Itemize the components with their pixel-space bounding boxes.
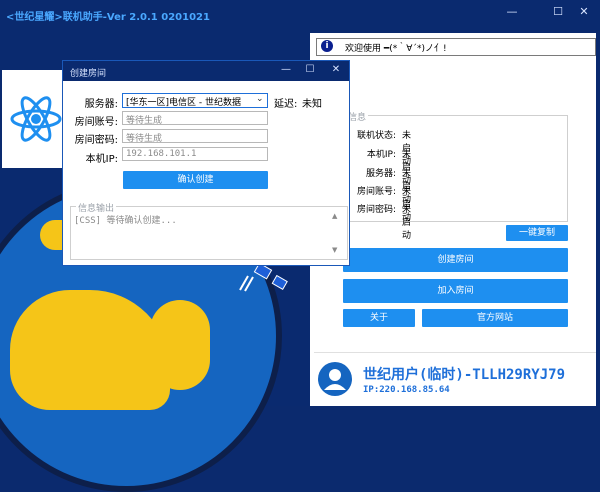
user-ip: IP:220.168.85.64	[363, 385, 450, 395]
notice-text: 欢迎使用 ━(*｀∀´*)ノ亻!	[345, 44, 447, 54]
room-account-field[interactable]: 等待生成	[122, 111, 268, 125]
minimize-button[interactable]: —	[500, 5, 524, 18]
dialog-title: 创建房间	[70, 69, 107, 79]
info-key: 本机IP:	[366, 150, 396, 160]
info-key: 服务器:	[365, 169, 396, 179]
room-account-label: 房间账号:	[74, 117, 118, 128]
local-ip-label: 本机IP:	[85, 154, 118, 165]
dialog-close-button[interactable]: ✕	[326, 64, 346, 75]
confirm-create-button[interactable]: 确认创建	[123, 171, 268, 189]
create-room-button[interactable]: 创建房间	[343, 248, 568, 272]
log-text: [CSS] 等待确认创建...	[74, 216, 177, 226]
satellite-icon	[238, 262, 288, 292]
join-room-button[interactable]: 加入房间	[343, 279, 568, 303]
maximize-button[interactable]: ☐	[546, 5, 570, 18]
latency-label: 延迟:	[274, 99, 298, 110]
scroll-up-icon[interactable]: ▲	[332, 212, 337, 220]
user-name: 世纪用户(临时)-TLLH29RYJ79	[363, 367, 566, 383]
local-ip-field[interactable]: 192.168.101.1	[122, 147, 268, 161]
room-password-field[interactable]: 等待生成	[122, 129, 268, 143]
atom-icon	[10, 96, 62, 142]
dialog-minimize-button[interactable]: —	[276, 64, 296, 75]
about-button[interactable]: 关于	[343, 309, 415, 327]
info-key: 联机状态:	[356, 131, 396, 141]
server-label: 服务器:	[84, 99, 118, 110]
chevron-down-icon[interactable]: ⌄	[256, 94, 264, 104]
copy-button[interactable]: 一键复制	[506, 225, 568, 241]
server-select[interactable]: [华东一区]电信区 - 世纪数据	[122, 93, 268, 108]
close-button[interactable]: ✕	[572, 5, 596, 18]
latency-value: 未知	[302, 99, 322, 110]
notice-bar: i 欢迎使用 ━(*｀∀´*)ノ亻!	[316, 38, 596, 56]
website-button[interactable]: 官方网站	[422, 309, 568, 327]
info-key: 房间密码:	[356, 205, 396, 215]
user-avatar-icon	[318, 362, 352, 396]
info-icon: i	[321, 40, 333, 52]
info-key: 房间账号:	[356, 187, 396, 197]
scroll-down-icon[interactable]: ▼	[332, 246, 337, 254]
room-password-label: 房间密码:	[74, 135, 118, 146]
window-title: <世纪星耀>联机助手-Ver 2.0.1 0201021	[6, 12, 210, 23]
globe-land	[150, 300, 210, 390]
atom-logo	[2, 70, 64, 168]
dialog-maximize-button[interactable]: ☐	[300, 64, 320, 75]
info-value: 未启动	[402, 205, 412, 241]
